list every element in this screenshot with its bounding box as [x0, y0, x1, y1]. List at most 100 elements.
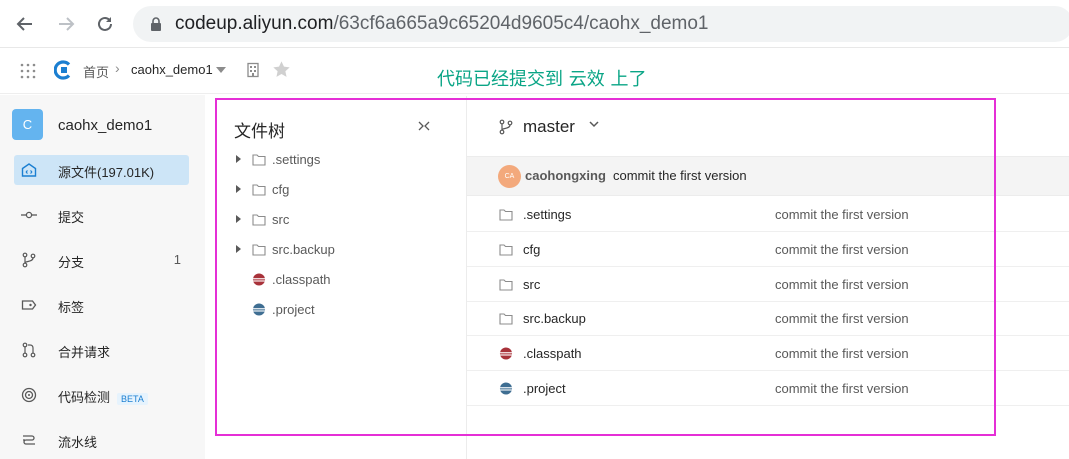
sidebar-item-branches[interactable]: 分支 1 — [14, 245, 189, 275]
eclipse-file-icon — [252, 273, 266, 286]
breadcrumb-separator: › — [115, 60, 120, 76]
commit-icon — [21, 211, 37, 219]
table-row[interactable]: .project commit the first version — [467, 371, 1069, 406]
app-grid-icon[interactable] — [20, 63, 36, 79]
sidebar-item-source-files[interactable]: 源文件(197.01K) — [14, 155, 189, 185]
forward-button[interactable] — [52, 10, 80, 38]
codeup-logo-icon[interactable] — [54, 60, 74, 80]
file-name[interactable]: src.backup — [523, 311, 586, 326]
url-path: /63cf6a665a9c65204d9605c4/caohx_demo1 — [333, 13, 709, 34]
breadcrumb-repo[interactable]: caohx_demo1 — [131, 62, 213, 77]
sidebar-item-commits[interactable]: 提交 — [14, 200, 189, 230]
file-list-panel: master CA caohongxing commit the first v… — [467, 96, 1069, 459]
tree-item[interactable]: src.backup — [217, 235, 465, 265]
sidebar-item-label: 合并请求 — [58, 345, 111, 360]
breadcrumb-home[interactable]: 首页 — [83, 62, 109, 81]
folder-icon — [499, 313, 513, 325]
tree-item[interactable]: .project — [217, 295, 465, 325]
merge-request-icon — [22, 342, 36, 358]
sidebar-item-code-scan[interactable]: 代码检测 BETA — [14, 380, 189, 410]
sidebar-item-label: 源文件(197.01K) — [58, 165, 155, 180]
table-row[interactable]: cfg commit the first version — [467, 232, 1069, 267]
code-scan-label: 代码检测 — [58, 390, 111, 405]
back-arrow-icon — [16, 17, 32, 31]
back-button[interactable] — [11, 10, 39, 38]
sidebar-item-label: 代码检测 BETA — [58, 387, 148, 406]
branch-selector[interactable]: master — [523, 117, 575, 137]
sidebar-item-merge-requests[interactable]: 合并请求 — [14, 335, 189, 365]
avatar: CA — [498, 165, 521, 188]
folder-icon — [252, 244, 266, 256]
branch-icon — [499, 119, 513, 135]
table-row[interactable]: src commit the first version — [467, 267, 1069, 302]
tree-item-label: src.backup — [272, 242, 335, 257]
tree-item-label: .project — [272, 302, 315, 317]
eclipse-project-file-icon — [252, 303, 266, 316]
beta-badge: BETA — [117, 392, 148, 405]
sidebar-item-tags[interactable]: 标签 — [14, 290, 189, 320]
repo-name[interactable]: caohx_demo1 — [58, 117, 152, 134]
table-row[interactable]: src.backup commit the first version — [467, 301, 1069, 336]
file-name[interactable]: .classpath — [523, 346, 582, 361]
pipeline-icon — [23, 435, 35, 445]
file-tree-panel: 文件树 .settings cfg src src.backup .classp… — [217, 96, 467, 459]
sidebar-item-label: 分支 — [58, 255, 85, 270]
eclipse-project-file-icon — [499, 382, 513, 395]
table-row[interactable]: .classpath commit the first version — [467, 336, 1069, 371]
repo-avatar: C — [12, 109, 43, 140]
file-name[interactable]: .settings — [523, 207, 571, 222]
reload-button[interactable] — [91, 10, 119, 38]
annotation-text: 代码已经提交到 云效 上了 — [437, 69, 647, 90]
file-commit-message[interactable]: commit the first version — [775, 346, 909, 361]
file-commit-message[interactable]: commit the first version — [775, 242, 909, 257]
commit-author[interactable]: caohongxing — [525, 168, 606, 183]
folder-icon — [499, 279, 513, 291]
file-name[interactable]: cfg — [523, 242, 540, 257]
expand-arrow-icon[interactable] — [236, 215, 241, 223]
file-commit-message[interactable]: commit the first version — [775, 381, 909, 396]
table-row[interactable]: .settings commit the first version — [467, 197, 1069, 232]
address-bar[interactable]: codeup.aliyun.com/63cf6a665a9c65204d9605… — [133, 6, 1069, 42]
tree-item[interactable]: src — [217, 205, 465, 235]
file-commit-message[interactable]: commit the first version — [775, 311, 909, 326]
sidebar: C caohx_demo1 源文件(197.01K) 提交 分支 1 标签 合并… — [0, 95, 205, 459]
sidebar-item-label: 流水线 — [58, 435, 98, 450]
reload-icon — [98, 16, 112, 31]
tree-item-label: .settings — [272, 152, 321, 167]
file-name[interactable]: src — [523, 277, 540, 292]
source-files-icon — [21, 163, 37, 177]
url-host: codeup.aliyun.com — [175, 13, 334, 34]
code-scan-icon — [21, 387, 37, 403]
expand-arrow-icon[interactable] — [236, 245, 241, 253]
tag-icon — [21, 300, 37, 310]
branch-icon — [22, 252, 36, 268]
repo-switch-caret-icon[interactable] — [216, 67, 226, 73]
expand-arrow-icon[interactable] — [236, 185, 241, 193]
collapse-panel-icon[interactable] — [417, 119, 431, 133]
sidebar-item-pipeline[interactable]: 流水线 — [14, 425, 189, 455]
eclipse-file-icon — [499, 347, 513, 360]
tree-item[interactable]: .classpath — [217, 265, 465, 295]
building-icon[interactable] — [245, 62, 261, 78]
star-icon[interactable] — [272, 60, 291, 79]
lock-icon — [151, 17, 161, 31]
tree-item[interactable]: .settings — [217, 145, 465, 175]
folder-icon — [252, 184, 266, 196]
tree-item[interactable]: cfg — [217, 175, 465, 205]
tree-item-label: .classpath — [272, 272, 331, 287]
sidebar-item-label: 标签 — [58, 300, 85, 315]
sidebar-item-label: 提交 — [58, 210, 85, 225]
commit-message[interactable]: commit the first version — [613, 168, 747, 183]
file-name[interactable]: .project — [523, 381, 566, 396]
tree-item-label: src — [272, 212, 290, 227]
folder-icon — [499, 209, 513, 221]
file-commit-message[interactable]: commit the first version — [775, 277, 909, 292]
folder-icon — [252, 154, 266, 166]
forward-arrow-icon — [59, 17, 75, 31]
chevron-down-icon[interactable] — [588, 118, 600, 130]
file-commit-message[interactable]: commit the first version — [775, 207, 909, 222]
expand-arrow-icon[interactable] — [236, 155, 241, 163]
folder-icon — [252, 214, 266, 226]
file-tree-title: 文件树 — [234, 122, 285, 141]
url-text: codeup.aliyun.com/63cf6a665a9c65204d9605… — [175, 13, 708, 35]
